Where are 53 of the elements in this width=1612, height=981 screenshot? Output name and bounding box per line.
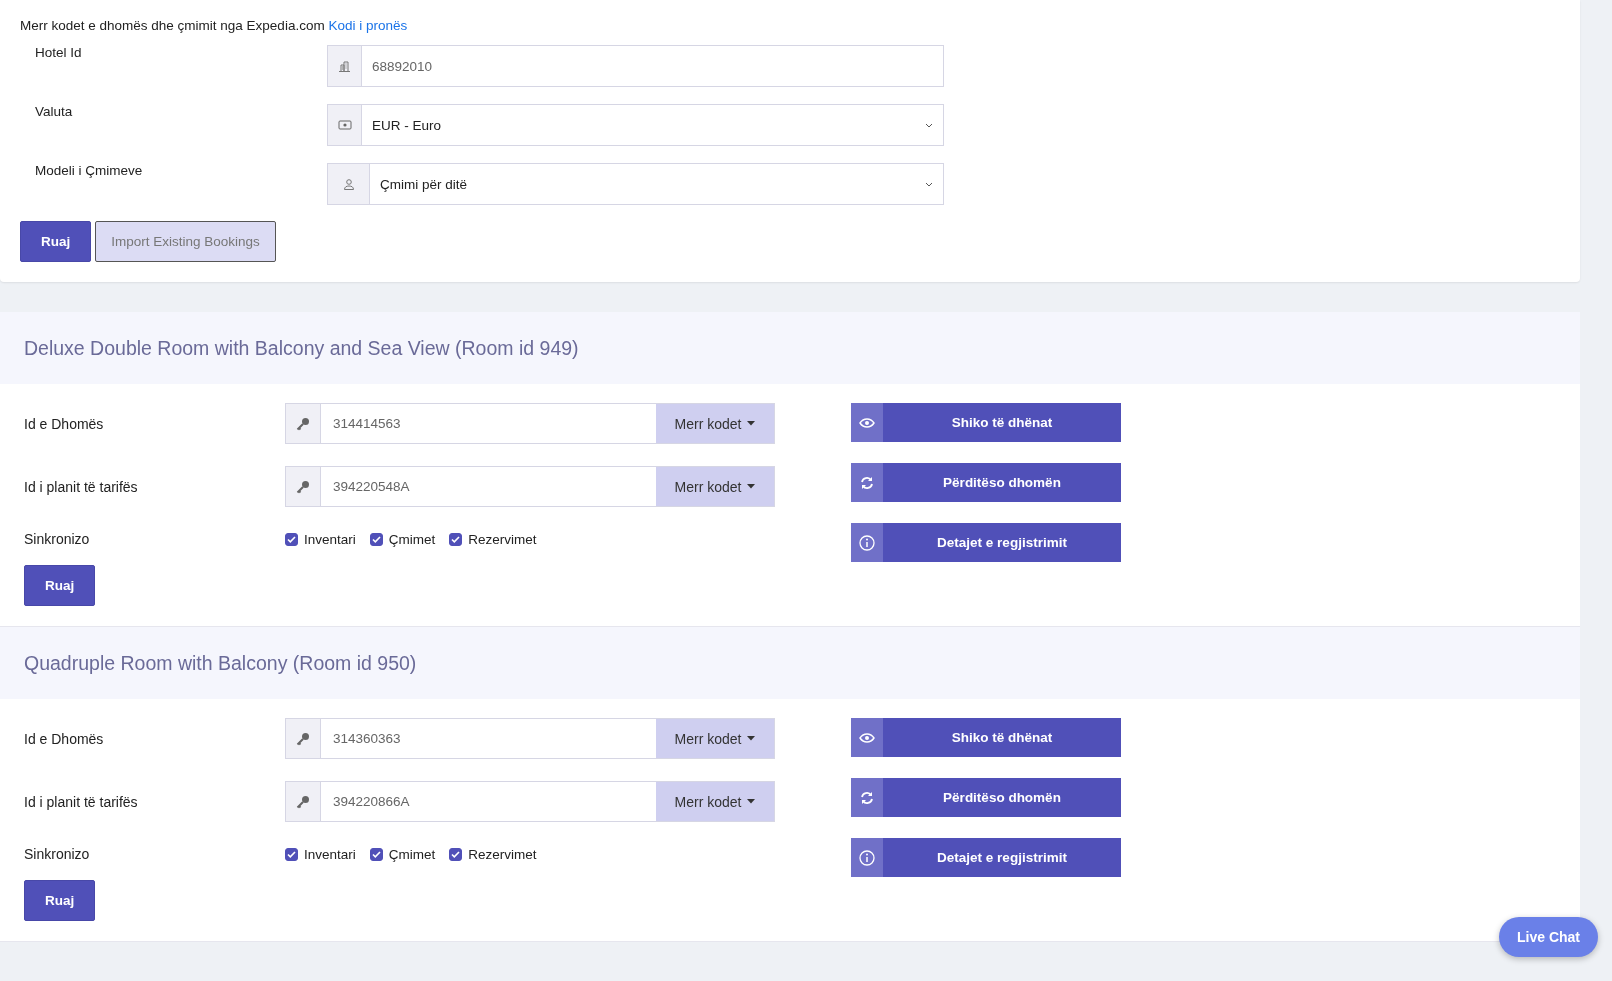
field-label: Id e Dhomës bbox=[24, 415, 105, 432]
import-bookings-button[interactable]: Import Existing Bookings bbox=[95, 221, 276, 262]
room-title: Quadruple Room with Balcony (Room id 950) bbox=[24, 651, 417, 675]
chevron-down-icon bbox=[925, 122, 933, 128]
checkbox-label: Inventari bbox=[304, 531, 356, 547]
checkbox[interactable] bbox=[449, 847, 463, 861]
checkbox-label: Rezervimet bbox=[468, 531, 537, 547]
action-button[interactable]: Shiko të dhënat bbox=[851, 403, 1121, 442]
checkbox-label: Inventari bbox=[304, 846, 356, 862]
checkbox-label: Çmimet bbox=[388, 846, 436, 862]
field-label: Sinkronizo bbox=[24, 846, 91, 862]
field-value: Çmimi për ditë bbox=[379, 176, 469, 192]
intro-text: Merr kodet e dhomës dhe çmimit nga Expedia.com bbox=[20, 18, 325, 33]
refresh-icon bbox=[860, 790, 874, 805]
save-button[interactable]: Ruaj bbox=[24, 880, 96, 921]
live-chat-button[interactable]: Live Chat bbox=[1499, 917, 1598, 957]
save-button[interactable]: Ruaj bbox=[24, 565, 96, 606]
banknote-icon bbox=[337, 120, 352, 130]
action-button[interactable]: Detajet e regjistrimit bbox=[851, 838, 1121, 877]
checkbox-label: Çmimet bbox=[388, 531, 436, 547]
field-label: Id i planit të tarifës bbox=[24, 793, 139, 810]
select-field[interactable]: EUR - Euro bbox=[327, 104, 944, 146]
field-label: Sinkronizo bbox=[24, 531, 91, 547]
eye-icon bbox=[859, 732, 875, 743]
action-button[interactable]: Përditëso dhomën bbox=[851, 463, 1121, 502]
info-icon bbox=[859, 534, 875, 551]
action-button[interactable]: Përditëso dhomën bbox=[851, 778, 1121, 817]
building-icon bbox=[338, 60, 351, 72]
checkbox[interactable] bbox=[449, 532, 463, 546]
eye-icon bbox=[859, 417, 875, 428]
field-label: Modeli i Çmimeve bbox=[34, 163, 144, 180]
field-label: Id e Dhomës bbox=[24, 730, 105, 747]
field-label: Valuta bbox=[34, 104, 74, 121]
checkbox[interactable] bbox=[369, 847, 383, 861]
field-value: EUR - Euro bbox=[371, 117, 443, 133]
checkbox[interactable] bbox=[285, 532, 298, 546]
checkbox[interactable] bbox=[285, 847, 298, 861]
select-field[interactable]: Çmimi për ditë bbox=[327, 163, 944, 205]
property-code-link[interactable]: Kodi i pronës bbox=[328, 18, 408, 33]
field-label: Hotel Id bbox=[34, 45, 83, 62]
action-button[interactable]: Shiko të dhënat bbox=[851, 718, 1121, 757]
refresh-icon bbox=[860, 475, 874, 490]
save-button[interactable]: Ruaj bbox=[20, 221, 92, 262]
checkbox[interactable] bbox=[369, 532, 383, 546]
field-value: 68892010 bbox=[371, 58, 434, 74]
action-button[interactable]: Detajet e regjistrimit bbox=[851, 523, 1121, 562]
person-icon bbox=[342, 178, 355, 190]
room-title: Deluxe Double Room with Balcony and Sea View (Room id 949) bbox=[24, 336, 579, 360]
checkbox-label: Rezervimet bbox=[468, 846, 537, 862]
info-icon bbox=[859, 849, 875, 866]
input-field[interactable]: 68892010 bbox=[327, 45, 944, 87]
chevron-down-icon bbox=[925, 181, 933, 187]
field-label: Id i planit të tarifës bbox=[24, 478, 139, 495]
